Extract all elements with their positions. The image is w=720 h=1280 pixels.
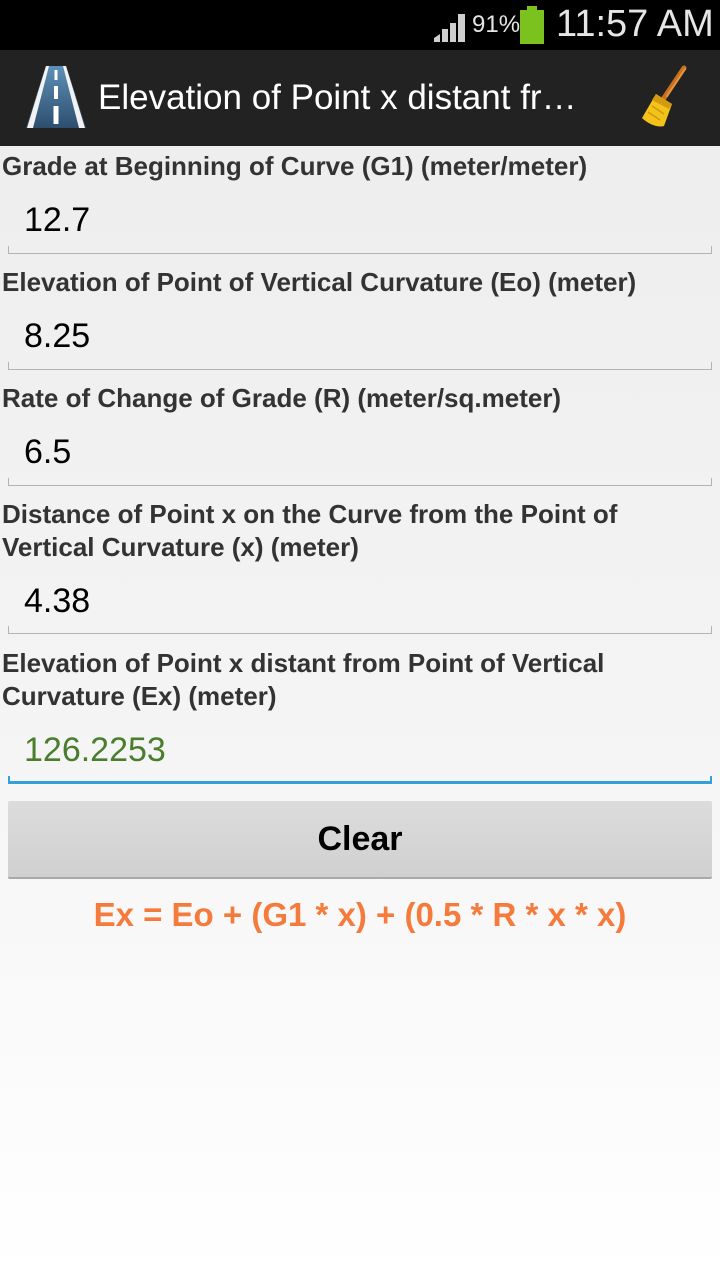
action-bar: Elevation of Point x distant fr… <box>0 50 720 146</box>
road-icon <box>26 66 86 128</box>
status-bar: 91% 11:57 AM <box>0 0 720 50</box>
field-label-ex: Elevation of Point x distant from Point … <box>2 648 605 711</box>
status-time: 11:57 AM <box>556 3 714 45</box>
g1-input[interactable] <box>8 194 712 252</box>
battery-percent: 91% <box>472 11 521 38</box>
r-input-underline <box>8 478 712 486</box>
x-input-underline <box>8 626 712 634</box>
app-title: Elevation of Point x distant fr… <box>98 78 577 117</box>
field-label-g1: Grade at Beginning of Curve (G1) (meter/… <box>2 151 588 181</box>
eo-input-underline <box>8 362 712 370</box>
field-label-eo: Elevation of Point of Vertical Curvature… <box>2 267 637 297</box>
ex-input-underline <box>8 776 712 784</box>
field-label-r: Rate of Change of Grade (R) (meter/sq.me… <box>2 383 562 413</box>
formula-text: Ex = Eo + (G1 * x) + (0.5 * R * x * x) <box>93 896 627 933</box>
g1-input-underline <box>8 246 712 254</box>
battery-icon <box>520 6 544 44</box>
x-input[interactable] <box>8 575 712 633</box>
broom-icon[interactable] <box>634 64 694 132</box>
signal-bars-icon <box>434 14 465 42</box>
field-label-x: Distance of Point x on the Curve from th… <box>2 499 618 562</box>
clear-button[interactable]: Clear <box>8 801 712 879</box>
r-input[interactable] <box>8 426 712 484</box>
eo-input[interactable] <box>8 310 712 368</box>
ex-result-input[interactable] <box>8 724 712 782</box>
